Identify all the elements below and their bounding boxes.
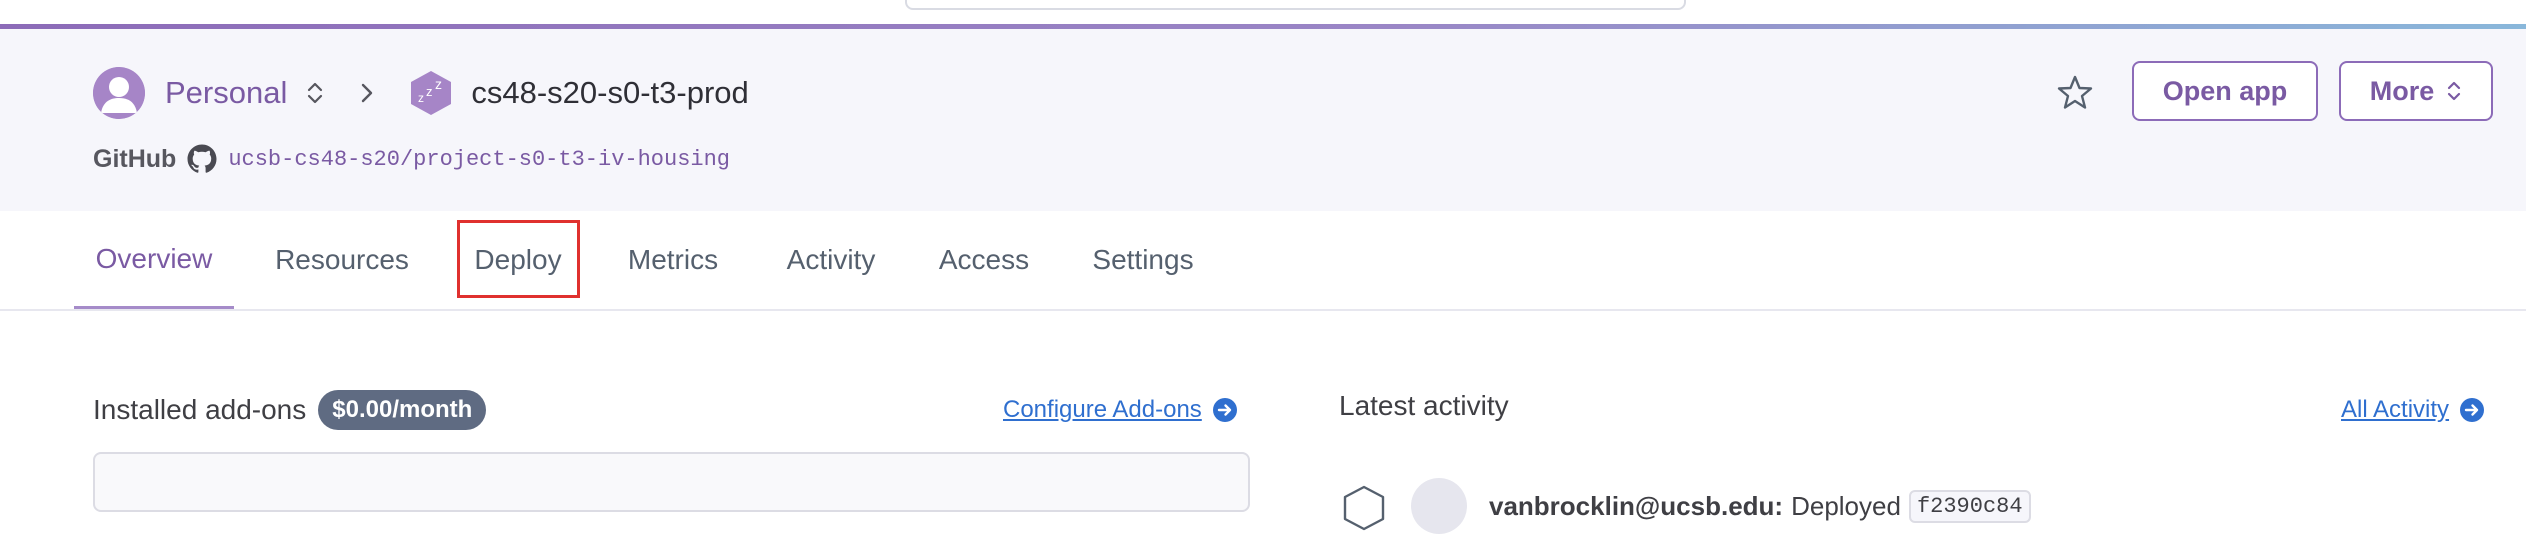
chevron-right-icon [362,83,373,103]
svg-text:z: z [435,76,442,92]
owner-name[interactable]: Personal [165,75,287,111]
configure-addons-label: Configure Add-ons [1003,396,1202,423]
repo-link[interactable]: ucsb-cs48-s20/project-s0-t3-iv-housing [228,147,730,172]
activity-title: Latest activity [1339,390,1509,421]
tab-activity[interactable]: Activity [772,211,890,309]
github-source-row: GitHub ucsb-cs48-s20/project-s0-t3-iv-ho… [93,141,730,177]
github-label: GitHub [93,144,177,173]
tab-bar: Overview Resources Deploy Metrics Activi… [0,211,2526,311]
commit-hash[interactable]: f2390c84 [1908,489,2031,523]
github-icon [187,144,217,173]
tab-overview[interactable]: Overview [74,211,234,309]
all-activity-link[interactable]: All Activity [2341,396,2485,424]
app-name: cs48-s20-s0-t3-prod [471,75,749,110]
updown-chevron-icon [2448,81,2461,101]
more-button-label: More [2369,75,2435,106]
activity-user: vanbrocklin@ucsb.edu: [1489,490,1784,521]
arrow-circle-right-icon [1212,398,1237,422]
more-button[interactable]: More [2339,61,2493,121]
svg-text:z: z [426,84,433,99]
breadcrumb: Personal z z z cs48-s20-s0-t3-prod [93,65,749,121]
tab-resources[interactable]: Resources [264,211,420,309]
deploy-tab-highlight [457,220,580,298]
configure-addons-link[interactable]: Configure Add-ons [1003,396,1238,424]
tab-settings[interactable]: Settings [1080,211,1206,309]
all-activity-label: All Activity [2341,396,2450,423]
avatar [1411,478,1467,534]
tab-metrics[interactable]: Metrics [612,211,734,309]
star-icon[interactable] [2055,73,2095,113]
top-strip [0,0,2526,24]
addons-list [93,452,1250,512]
activity-item: vanbrocklin@ucsb.edu: Deployed f2390c84 [1339,478,2031,534]
arrow-circle-right-icon [2460,398,2485,422]
app-header: Personal z z z cs48-s20-s0-t3-prod GitHu… [0,29,2526,213]
user-avatar-icon[interactable] [93,67,145,119]
updown-chevron-icon[interactable] [305,78,325,108]
price-badge: $0.00/month [318,390,487,430]
open-app-button[interactable]: Open app [2132,61,2318,121]
search-input[interactable] [905,0,1686,10]
activity-text: vanbrocklin@ucsb.edu: Deployed f2390c84 [1489,489,2031,523]
deploy-icon [1343,485,1385,531]
activity-action: Deployed [1791,490,1901,521]
sleeping-dyno-icon: z z z [411,71,452,115]
addons-title: Installed add-ons [93,394,307,425]
svg-text:z: z [418,91,424,105]
addons-header: Installed add-ons $0.00/month [93,390,487,430]
tab-access[interactable]: Access [930,211,1038,309]
